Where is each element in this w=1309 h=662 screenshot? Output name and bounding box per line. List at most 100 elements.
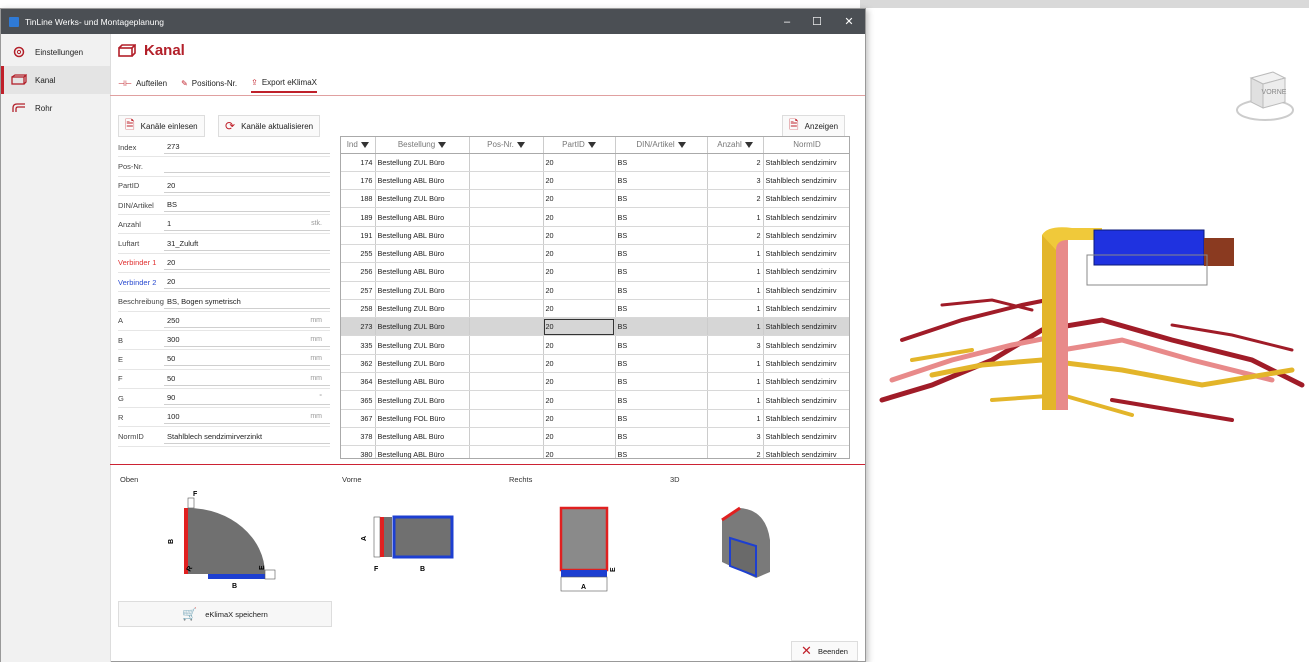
field-value[interactable]: 50 mm [164, 372, 330, 386]
table-cell[interactable]: Bestellung ABL Büro [375, 207, 470, 227]
table-cell[interactable]: 1 [707, 262, 764, 282]
table-cell[interactable]: 20 [543, 153, 616, 172]
table-cell[interactable]: Stahlblech sendzimirv [763, 335, 849, 355]
table-cell[interactable]: 2 [707, 445, 764, 458]
table-cell[interactable]: 1 [707, 244, 764, 264]
table-cell[interactable]: 191 [341, 226, 376, 245]
table-cell[interactable]: BS [615, 409, 708, 428]
table-cell[interactable]: BS [615, 244, 708, 264]
table-cell[interactable]: Bestellung ZUL Büro [375, 153, 470, 172]
table-cell[interactable] [469, 153, 544, 172]
table-cell[interactable] [469, 262, 544, 282]
table-cell[interactable]: BS [615, 390, 708, 410]
table-row[interactable]: 273 Bestellung ZUL Büro 20 BS 1 Stahlblech se… [341, 317, 849, 337]
field-value[interactable]: 100 mm [164, 410, 330, 425]
table-cell[interactable]: Bestellung ZUL Büro [375, 354, 470, 374]
table-cell[interactable]: 20 [543, 207, 616, 227]
table-cell[interactable]: 20 [543, 390, 616, 410]
maximize-button[interactable]: ☐ [801, 9, 833, 34]
table-cell[interactable]: BS [615, 372, 708, 392]
table-cell[interactable]: Bestellung ABL Büro [375, 262, 470, 282]
table-cell[interactable]: 335 [341, 335, 376, 355]
table-row[interactable]: 365 Bestellung ZUL Büro 20 BS 1 Stahlblech se… [341, 390, 849, 410]
table-cell[interactable]: 20 [543, 317, 616, 337]
field-value[interactable]: Stahlblech sendzimirverzinkt [164, 430, 330, 444]
table-cell[interactable]: Bestellung ABL Büro [375, 226, 470, 245]
table-row[interactable]: 367 Bestellung FOL Büro 20 BS 1 Stahlblech se… [341, 409, 849, 428]
table-cell[interactable]: BS [615, 189, 708, 209]
table-cell[interactable]: Stahlblech sendzimirv [763, 171, 849, 191]
table-cell[interactable]: BS [615, 427, 708, 447]
table-cell[interactable]: 20 [543, 335, 616, 355]
table-cell[interactable] [469, 226, 544, 245]
column-header[interactable]: Ind [341, 137, 376, 154]
table-row[interactable]: 378 Bestellung ABL Büro 20 BS 3 Stahlblech se… [341, 427, 849, 447]
filter-icon[interactable] [677, 142, 686, 149]
table-cell[interactable]: Bestellung ABL Büro [375, 445, 470, 458]
table-cell[interactable] [469, 317, 544, 337]
table-cell[interactable]: 3 [707, 171, 764, 191]
table-row[interactable]: 258 Bestellung ZUL Büro 20 BS 1 Stahlblech se… [341, 299, 849, 319]
field-value[interactable]: 273 [164, 140, 330, 155]
table-cell[interactable] [469, 299, 544, 319]
table-cell[interactable]: 367 [341, 409, 376, 428]
table-cell[interactable]: 365 [341, 390, 376, 410]
table-cell[interactable]: Stahlblech sendzimirv [763, 189, 849, 209]
table-row[interactable]: 257 Bestellung ZUL Büro 20 BS 1 Stahlblech se… [341, 281, 849, 300]
table-cell[interactable]: BS [615, 317, 708, 337]
table-cell[interactable]: Stahlblech sendzimirv [763, 226, 849, 245]
table-cell[interactable]: Bestellung ZUL Büro [375, 189, 470, 209]
tab-aufteilen[interactable]: ⊣⊢ Aufteilen [118, 78, 167, 93]
table-cell[interactable]: BS [615, 153, 708, 172]
field-value[interactable]: 20 [164, 275, 330, 290]
table-cell[interactable]: 256 [341, 262, 376, 282]
filter-icon[interactable] [438, 142, 447, 149]
table-cell[interactable]: 1 [707, 317, 764, 337]
filter-icon[interactable] [516, 142, 525, 149]
table-cell[interactable]: BS [615, 262, 708, 282]
table-cell[interactable]: Stahlblech sendzimirv [763, 427, 849, 447]
table-cell[interactable]: Bestellung ZUL Büro [375, 299, 470, 319]
field-value[interactable]: 50 mm [164, 352, 330, 367]
table-row[interactable]: 256 Bestellung ABL Büro 20 BS 1 Stahlblech se… [341, 262, 849, 282]
tab-export-eklimax[interactable]: ⇪ Export eKlimaX [251, 78, 317, 93]
table-cell[interactable]: Bestellung ABL Büro [375, 244, 470, 264]
table-cell[interactable]: 1 [707, 299, 764, 319]
field-value[interactable]: BS [164, 198, 330, 213]
column-header[interactable]: Anzahl [707, 137, 764, 154]
table-cell[interactable]: 3 [707, 335, 764, 355]
table-cell[interactable]: Stahlblech sendzimirv [763, 207, 849, 227]
table-cell[interactable]: 20 [543, 372, 616, 392]
field-value[interactable]: 20 [164, 179, 330, 193]
table-cell[interactable] [469, 372, 544, 392]
table-cell[interactable] [469, 244, 544, 264]
table-cell[interactable]: 20 [543, 244, 616, 264]
field-value[interactable]: 250 mm [164, 314, 330, 328]
save-eklimax-button[interactable]: 🛒 eKlimaX speichern [118, 601, 332, 627]
table-cell[interactable]: 2 [707, 226, 764, 245]
field-value[interactable]: 90 ° [164, 391, 330, 405]
field-value[interactable]: 300 mm [164, 333, 330, 348]
field-value[interactable]: 31_Zuluft [164, 237, 330, 251]
table-cell[interactable]: 189 [341, 207, 376, 227]
table-cell[interactable]: BS [615, 445, 708, 458]
table-row[interactable]: 176 Bestellung ABL Büro 20 BS 3 Stahlblech se… [341, 171, 849, 191]
table-row[interactable]: 188 Bestellung ZUL Büro 20 BS 2 Stahlblech se… [341, 189, 849, 209]
table-cell[interactable]: 20 [543, 299, 616, 319]
table-cell[interactable]: 20 [543, 354, 616, 374]
table-cell[interactable]: 257 [341, 281, 376, 300]
table-cell[interactable]: 1 [707, 372, 764, 392]
minimize-button[interactable]: – [771, 9, 803, 34]
tab-positions-nr[interactable]: ✎ Positions-Nr. [181, 78, 237, 93]
table-cell[interactable]: Stahlblech sendzimirv [763, 409, 849, 428]
table-cell[interactable]: Bestellung ZUL Büro [375, 317, 470, 337]
table-cell[interactable]: 364 [341, 372, 376, 392]
close-button[interactable]: ✕ [833, 9, 865, 34]
table-cell[interactable]: 1 [707, 207, 764, 227]
table-cell[interactable] [469, 427, 544, 447]
table-cell[interactable]: Stahlblech sendzimirv [763, 354, 849, 374]
table-cell[interactable]: 20 [543, 189, 616, 209]
table-cell[interactable]: Bestellung ZUL Büro [375, 390, 470, 410]
table-cell[interactable]: 380 [341, 445, 376, 458]
column-header[interactable]: DIN/Artikel [615, 137, 708, 154]
